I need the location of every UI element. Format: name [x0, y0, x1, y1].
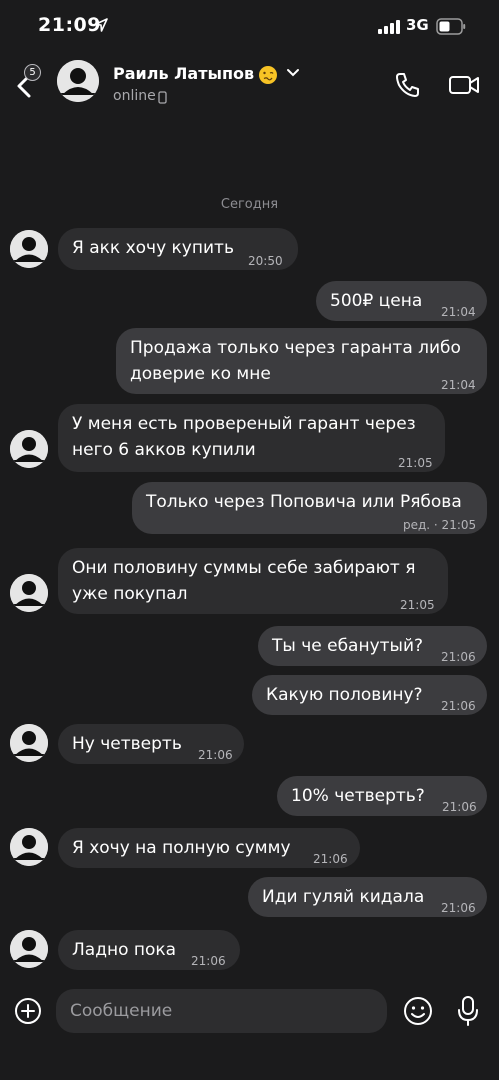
- outgoing-message[interactable]: 500₽ цена 21:04: [316, 281, 487, 321]
- sender-avatar[interactable]: [10, 430, 48, 468]
- message-time: 21:05: [400, 598, 435, 612]
- message-text: Они половину суммы себе забирают я: [72, 558, 416, 578]
- contact-avatar[interactable]: [57, 60, 99, 102]
- chevron-down-icon[interactable]: [286, 68, 300, 78]
- sender-avatar[interactable]: [10, 930, 48, 968]
- avatar-silhouette-icon: [10, 574, 48, 612]
- plus-circle-icon[interactable]: [13, 996, 43, 1026]
- message-time: 20:50: [248, 254, 283, 268]
- message-text: Ладно пока: [72, 940, 177, 960]
- message-text: уже покупал: [72, 584, 188, 604]
- sender-avatar[interactable]: [10, 230, 48, 268]
- message-time: 21:06: [198, 748, 233, 762]
- message-time: 21:06: [313, 852, 348, 866]
- sender-avatar[interactable]: [10, 828, 48, 866]
- chat-header: 5 Раиль Латыпов online: [0, 56, 499, 120]
- contact-name[interactable]: Раиль Латыпов: [113, 64, 254, 83]
- message-text: Продажа только через гаранта либо: [130, 338, 461, 358]
- message-text: Ну четверть: [72, 734, 182, 754]
- message-text: Я акк хочу купить: [72, 238, 234, 258]
- status-time: 21:09: [38, 14, 101, 36]
- sender-avatar[interactable]: [10, 574, 48, 612]
- unread-badge: 5: [24, 64, 41, 81]
- message-text: Иди гуляй кидала: [262, 887, 425, 907]
- signal-icon: [378, 20, 400, 34]
- message-time: 21:06: [441, 699, 476, 713]
- message-composer: [0, 984, 499, 1080]
- outgoing-message[interactable]: Только через Поповича или Рябова ред. · 2…: [132, 482, 487, 534]
- network-type: 3G: [406, 16, 429, 34]
- sender-avatar[interactable]: [10, 724, 48, 762]
- video-camera-icon[interactable]: [448, 72, 480, 98]
- incoming-message[interactable]: Они половину суммы себе забирают я уже по…: [58, 548, 448, 614]
- outgoing-message[interactable]: Продажа только через гаранта либо доверие…: [116, 328, 487, 394]
- message-text: него 6 акков купили: [72, 440, 256, 460]
- message-time: ред. · 21:05: [403, 518, 477, 532]
- avatar-silhouette-icon: [10, 828, 48, 866]
- microphone-icon[interactable]: [455, 994, 481, 1028]
- incoming-message[interactable]: Ну четверть 21:06: [58, 724, 244, 764]
- smiley-icon[interactable]: [402, 995, 434, 1027]
- message-text: 10% четверть?: [291, 786, 425, 806]
- phone-icon[interactable]: [393, 70, 423, 100]
- outgoing-message[interactable]: Иди гуляй кидала 21:06: [248, 877, 487, 917]
- message-text: доверие ко мне: [130, 364, 271, 384]
- avatar-silhouette-icon: [10, 724, 48, 762]
- message-time: 21:06: [441, 901, 476, 915]
- outgoing-message[interactable]: 10% четверть? 21:06: [277, 776, 487, 816]
- avatar-silhouette-icon: [10, 430, 48, 468]
- message-time: 21:06: [442, 800, 477, 814]
- avatar-silhouette-icon: [10, 930, 48, 968]
- contact-status: online: [113, 88, 156, 104]
- outgoing-message[interactable]: Ты че ебанутый? 21:06: [258, 626, 487, 666]
- avatar-silhouette-icon: [10, 230, 48, 268]
- mobile-device-icon: [158, 91, 167, 104]
- message-time: 21:04: [441, 378, 476, 392]
- message-text: Ты че ебанутый?: [272, 636, 424, 656]
- message-text: У меня есть провереный гарант через: [72, 414, 416, 434]
- battery-icon: [436, 18, 466, 35]
- outgoing-message[interactable]: Какую половину? 21:06: [252, 675, 487, 715]
- message-text: 500₽ цена: [330, 291, 423, 311]
- message-text: Какую половину?: [266, 685, 423, 705]
- message-input[interactable]: [56, 989, 387, 1033]
- date-separator: Сегодня: [220, 197, 279, 212]
- message-time: 21:06: [191, 954, 226, 968]
- status-bar: 21:09 3G: [0, 0, 499, 56]
- incoming-message[interactable]: Ладно пока 21:06: [58, 930, 240, 970]
- message-time: 21:05: [398, 456, 433, 470]
- incoming-message[interactable]: Я акк хочу купить 20:50: [58, 228, 298, 270]
- message-time: 21:04: [441, 305, 476, 319]
- location-arrow-icon: [94, 18, 108, 32]
- woozy-face-emoji-icon: [259, 66, 277, 84]
- incoming-message[interactable]: Я хочу на полную сумму 21:06: [58, 828, 360, 868]
- message-time: 21:06: [441, 650, 476, 664]
- avatar-silhouette-icon: [57, 60, 99, 102]
- incoming-message[interactable]: У меня есть провереный гарант через него …: [58, 404, 445, 472]
- message-text: Я хочу на полную сумму: [72, 838, 291, 858]
